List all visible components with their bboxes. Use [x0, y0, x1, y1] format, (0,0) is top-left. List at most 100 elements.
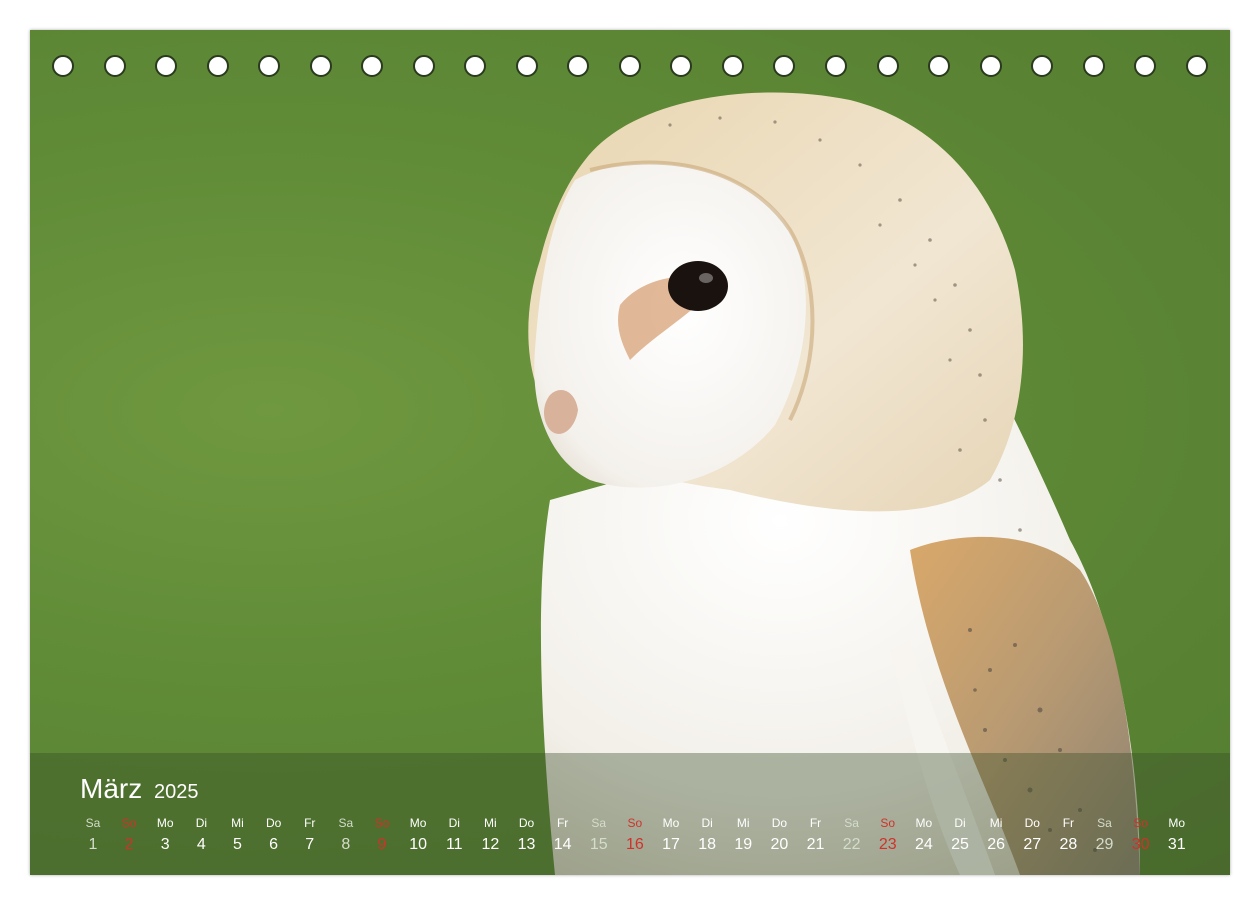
day-number: 26 — [987, 836, 1006, 853]
weekday-label: So — [880, 816, 896, 830]
day-cell: Sa 22 — [834, 815, 870, 857]
year: 2025 — [154, 781, 199, 803]
weekday-label: Mo — [662, 816, 680, 830]
binding-hole — [876, 55, 899, 77]
weekday-label: Di — [195, 816, 208, 830]
binding-hole — [721, 55, 744, 77]
day-cell: Fr 21 — [798, 815, 834, 857]
binding-hole — [1134, 55, 1157, 77]
weekday-label: Sa — [338, 816, 354, 830]
binding-hole — [1082, 55, 1105, 77]
day-cell: So 16 — [617, 815, 653, 857]
barn-owl-photo — [528, 92, 1140, 875]
weekday-label: Fr — [1062, 816, 1075, 830]
day-number: 2 — [124, 836, 134, 853]
weekday-label: Fr — [809, 816, 822, 830]
binding-hole — [773, 55, 796, 77]
day-cell: Sa 8 — [328, 815, 364, 857]
day-number: 4 — [196, 836, 206, 853]
day-number: 24 — [914, 836, 933, 853]
weekday-label: Mo — [1168, 816, 1186, 830]
day-cell: So 23 — [870, 815, 906, 857]
binding-hole — [670, 55, 693, 77]
weekday-label: Sa — [1097, 816, 1112, 830]
day-cell: Mi 19 — [725, 815, 761, 857]
weekday-label: Do — [771, 816, 788, 830]
binding-hole — [155, 55, 178, 77]
weekday-label: Do — [518, 816, 535, 830]
weekday-label: Di — [448, 816, 460, 830]
weekday-label: So — [121, 816, 137, 830]
weekday-label: Sa — [844, 816, 859, 830]
weekday-label: Mo — [156, 816, 174, 830]
day-cell: Do 13 — [509, 815, 545, 857]
day-cell: Do 20 — [761, 815, 797, 857]
weekday-label: Mi — [484, 816, 497, 830]
weekday-label: Fr — [304, 816, 316, 830]
day-cell: Di 25 — [942, 815, 978, 857]
day-cell: Do 27 — [1014, 815, 1050, 857]
day-cell: Mo 10 — [400, 815, 436, 857]
spiral-binding-holes — [52, 55, 1208, 79]
day-number: 8 — [341, 836, 351, 853]
binding-hole — [361, 55, 384, 77]
day-number: 30 — [1131, 836, 1150, 853]
binding-hole — [1031, 55, 1054, 77]
day-cell: Fr 7 — [292, 815, 328, 857]
day-number: 23 — [878, 836, 897, 853]
weekday-label: Mi — [736, 816, 750, 830]
binding-hole — [567, 55, 590, 77]
day-number: 1 — [88, 836, 98, 853]
day-number: 18 — [698, 836, 717, 853]
day-cell: Sa 29 — [1087, 815, 1123, 857]
day-number: 29 — [1095, 836, 1114, 853]
day-number: 22 — [842, 836, 861, 853]
calendar-page: März 2025 Sa 1 So 2 Mo 3 Di 4 Mi 5 Do 6 Fr 7 Sa 8 So 9 Mo 1… — [30, 30, 1230, 875]
binding-hole — [206, 55, 229, 77]
binding-hole — [258, 55, 281, 77]
day-number: 14 — [553, 836, 572, 853]
day-number: 16 — [625, 836, 644, 853]
weekday-label: Di — [954, 816, 966, 830]
day-cell: Mi 12 — [472, 815, 508, 857]
binding-hole — [824, 55, 847, 77]
day-number: 12 — [481, 836, 500, 853]
weekday-label: Mi — [989, 816, 1003, 830]
month-title: März 2025 — [80, 773, 199, 808]
day-number: 7 — [305, 836, 315, 853]
binding-hole — [103, 55, 126, 77]
binding-hole — [1185, 55, 1208, 77]
weekday-label: Mo — [915, 816, 933, 830]
day-number: 13 — [517, 836, 536, 853]
day-cell: Sa 1 — [75, 815, 111, 857]
day-row: Sa 1 So 2 Mo 3 Di 4 Mi 5 Do 6 Fr 7 Sa 8 So 9 Mo 10 Di 11 Mi 12 D… — [75, 815, 1195, 857]
day-number: 25 — [951, 836, 969, 853]
binding-hole — [618, 55, 641, 77]
binding-hole — [515, 55, 538, 77]
day-cell: Fr 28 — [1050, 815, 1086, 857]
binding-hole — [464, 55, 487, 77]
day-cell: Fr 14 — [545, 815, 581, 857]
day-number: 20 — [770, 836, 789, 853]
day-cell: Di 18 — [689, 815, 725, 857]
day-cell: So 30 — [1123, 815, 1159, 857]
weekday-label: So — [374, 816, 390, 830]
binding-hole — [928, 55, 951, 77]
calendar-band: März 2025 Sa 1 So 2 Mo 3 Di 4 Mi 5 Do 6 Fr 7 Sa 8 So 9 Mo 1… — [30, 753, 1230, 875]
day-cell: Sa 15 — [581, 815, 617, 857]
weekday-label: Fr — [556, 816, 569, 830]
month-name: März — [80, 773, 143, 804]
day-cell: So 9 — [364, 815, 400, 857]
day-cell: Do 6 — [256, 815, 292, 857]
day-number: 17 — [662, 836, 680, 853]
day-number: 10 — [409, 836, 428, 853]
weekday-label: Sa — [85, 816, 101, 830]
binding-hole — [979, 55, 1002, 77]
weekday-label: Mo — [409, 816, 427, 830]
day-number: 6 — [269, 836, 279, 853]
day-cell: So 2 — [111, 815, 147, 857]
day-number: 15 — [589, 836, 608, 853]
weekday-label: Sa — [591, 816, 607, 830]
weekday-label: Di — [701, 816, 713, 830]
day-cell: Mi 26 — [978, 815, 1014, 857]
